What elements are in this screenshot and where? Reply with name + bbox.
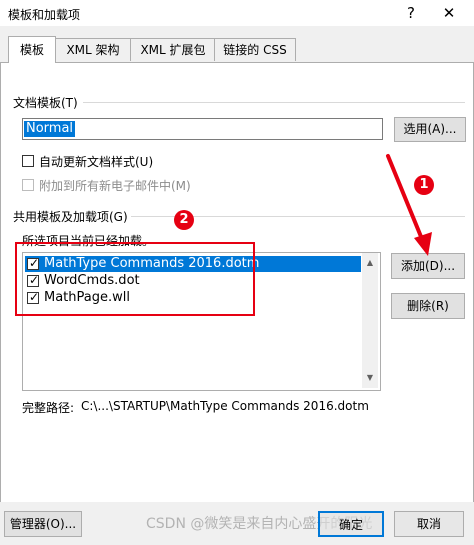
listbox-scrollbar[interactable]: ▲ ▼ [362, 253, 378, 388]
scroll-down-icon[interactable]: ▼ [362, 370, 378, 386]
organizer-button[interactable]: 管理器(O)... [4, 511, 82, 537]
remove-button[interactable]: 删除(R) [391, 293, 465, 319]
auto-update-label: 自动更新文档样式(U) [39, 155, 154, 169]
help-button[interactable]: ? [398, 2, 424, 24]
auto-update-checkbox[interactable] [22, 155, 34, 167]
auto-update-checkbox-row[interactable]: 自动更新文档样式(U) [22, 153, 162, 169]
tab-xml-expansion-packs[interactable]: XML 扩展包 [130, 38, 216, 61]
ok-button[interactable]: 确定 [318, 511, 384, 537]
attach-mail-label: 附加到所有新电子邮件中(M) [39, 179, 191, 193]
title-bar: 模板和加载项 ? ✕ [0, 0, 474, 26]
close-button[interactable]: ✕ [436, 2, 462, 24]
attach-mail-checkbox [22, 179, 34, 191]
document-template-value: Normal [24, 121, 76, 137]
window-title: 模板和加载项 [8, 8, 81, 22]
close-icon: ✕ [442, 4, 456, 22]
global-templates-label: 共用模板及加载项(G) [13, 210, 128, 224]
document-template-label: 文档模板(T) [13, 96, 78, 110]
choose-template-button[interactable]: 选用(A)... [394, 117, 466, 142]
tab-templates[interactable]: 模板 [8, 36, 56, 63]
divider [83, 102, 465, 103]
attach-mail-checkbox-row: 附加到所有新电子邮件中(M) [22, 177, 202, 193]
tab-linked-css[interactable]: 链接的 CSS [214, 38, 296, 61]
dialog-footer: 管理器(O)... CSDN @微笑是来自内心盛开的阳光 确定 取消 [0, 502, 474, 545]
tab-strip: 模板 XML 架构 XML 扩展包 链接的 CSS [0, 36, 474, 63]
document-template-input[interactable]: Normal [22, 118, 383, 140]
annotation-arrow [386, 154, 432, 256]
annotation-highlight-box [15, 242, 255, 316]
tab-xml-schema[interactable]: XML 架构 [54, 38, 132, 61]
cancel-button[interactable]: 取消 [394, 511, 464, 537]
scroll-up-icon[interactable]: ▲ [362, 255, 378, 271]
fullpath-value: C:\...\STARTUP\MathType Commands 2016.do… [81, 399, 369, 413]
annotation-badge-2: 2 [174, 210, 194, 230]
fullpath-label: 完整路径: [22, 401, 75, 415]
